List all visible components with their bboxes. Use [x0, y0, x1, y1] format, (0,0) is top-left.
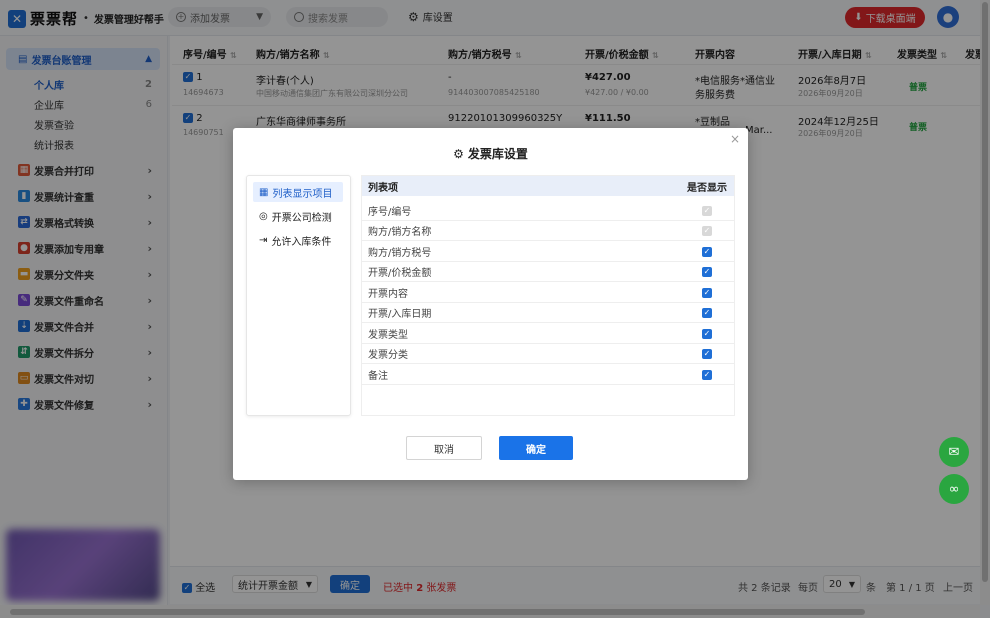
list-item: 购方/销方名称 ✓ [362, 221, 734, 241]
mini-program-button[interactable]: ∞ [939, 474, 969, 504]
ok-button[interactable]: 确定 [499, 436, 573, 460]
show-checkbox[interactable]: ✓ [702, 370, 712, 380]
show-checkbox[interactable]: ✓ [702, 267, 712, 277]
display-columns-header: 列表项 是否显示 [362, 176, 734, 196]
link-icon: ∞ [948, 481, 960, 497]
nav-import-conditions[interactable]: ⇥ 允许入库条件 [253, 230, 343, 250]
show-checkbox[interactable]: ✓ [702, 247, 712, 257]
enter-icon: ⇥ [259, 234, 268, 246]
settings-nav: ▦ 列表显示项目 ◎ 开票公司检测 ⇥ 允许入库条件 [246, 175, 351, 416]
grid-icon: ▦ [259, 186, 269, 198]
list-item: 发票分类 ✓ [362, 344, 734, 364]
dialog-title: ⚙ 发票库设置 [453, 147, 528, 161]
list-item: 序号/编号 ✓ [362, 201, 734, 221]
cancel-button[interactable]: 取消 [406, 436, 482, 460]
library-settings-dialog: × ⚙ 发票库设置 ▦ 列表显示项目 ◎ 开票公司检测 ⇥ 允许入库条件 列表项 是否显… [233, 128, 748, 480]
show-checkbox[interactable]: ✓ [702, 329, 712, 339]
show-checkbox[interactable]: ✓ [702, 288, 712, 298]
show-checkbox: ✓ [702, 206, 712, 216]
show-checkbox[interactable]: ✓ [702, 308, 712, 318]
gear-icon: ⚙ [453, 147, 464, 161]
show-checkbox: ✓ [702, 226, 712, 236]
show-checkbox[interactable]: ✓ [702, 349, 712, 359]
nav-company-check[interactable]: ◎ 开票公司检测 [253, 206, 343, 226]
list-item: 开票内容 ✓ [362, 283, 734, 303]
list-item: 购方/销方税号 ✓ [362, 242, 734, 262]
list-item: 开票/价税金额 ✓ [362, 262, 734, 282]
wechat-icon: ✉ [948, 444, 960, 460]
nav-list-display[interactable]: ▦ 列表显示项目 [253, 182, 343, 202]
display-columns-table: 列表项 是否显示 序号/编号 ✓ 购方/销方名称 ✓ 购方/销方税号 ✓ 开票/价税金… [361, 175, 735, 416]
list-item: 备注 ✓ [362, 365, 734, 385]
list-item: 发票类型 ✓ [362, 324, 734, 344]
wechat-button[interactable]: ✉ [939, 437, 969, 467]
close-icon[interactable]: × [730, 132, 740, 146]
search-icon: ◎ [259, 210, 268, 222]
list-item: 开票/入库日期 ✓ [362, 303, 734, 323]
